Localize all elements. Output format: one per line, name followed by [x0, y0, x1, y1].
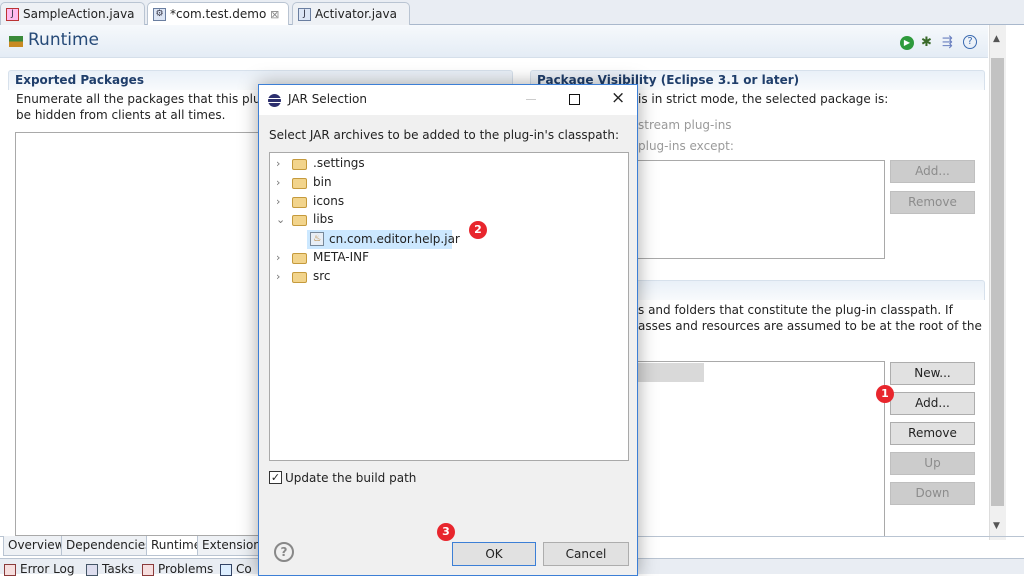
editor-tab-bar: J SampleAction.java ⚙ *com.test.demo ⊠ J Ac… [0, 0, 1024, 25]
folder-icon [292, 197, 307, 208]
expand-icon[interactable]: › [276, 195, 288, 208]
classpath-list[interactable] [630, 361, 885, 537]
visibility-plugin-list[interactable] [630, 160, 885, 259]
expand-icon[interactable]: › [276, 251, 288, 264]
jar-file-icon: ♨ [310, 232, 324, 246]
exported-packages-list[interactable] [15, 132, 270, 536]
java-file-error-icon: J [6, 8, 19, 21]
folder-icon [292, 272, 307, 283]
folder-open-icon [292, 215, 307, 226]
console-icon [220, 564, 232, 576]
form-header: Runtime ▶ ✱ ⇶ ? [0, 25, 988, 58]
expand-icon[interactable]: › [276, 176, 288, 189]
eclipse-icon [268, 94, 281, 107]
classpath-up-button[interactable]: Up [890, 452, 975, 475]
close-icon[interactable]: ⊠ [270, 8, 279, 21]
minimize-icon[interactable] [526, 99, 536, 100]
dialog-title: JAR Selection [288, 92, 367, 106]
update-build-path-label[interactable]: Update the build path [285, 471, 416, 485]
problems-icon [142, 564, 154, 576]
visibility-add-button[interactable]: Add... [890, 160, 975, 183]
error-log-icon [4, 564, 16, 576]
collapse-icon[interactable]: ⌄ [276, 213, 288, 226]
scrollbar-thumb[interactable] [991, 58, 1004, 506]
folder-icon [292, 253, 307, 264]
tab-com-test-demo[interactable]: ⚙ *com.test.demo ⊠ [147, 2, 289, 25]
close-icon[interactable]: × [611, 88, 625, 108]
tasks-icon [86, 564, 98, 576]
classpath-down-button[interactable]: Down [890, 482, 975, 505]
debug-icon[interactable]: ✱ [921, 35, 932, 50]
java-file-icon: J [298, 8, 311, 21]
maximize-icon[interactable] [569, 94, 580, 105]
scroll-down-icon[interactable]: ▼ [993, 521, 1000, 531]
dialog-prompt: Select JAR archives to be added to the p… [269, 128, 620, 142]
expand-icon[interactable]: › [276, 157, 288, 170]
classpath-remove-button[interactable]: Remove [890, 422, 975, 445]
visibility-option-except[interactable]: plug-ins except: [638, 139, 734, 153]
jar-tree[interactable]: › .settings › bin › icons ⌄ libs ♨ cn.com.ed… [269, 152, 629, 461]
form-tab-overview[interactable]: Overview [3, 536, 70, 556]
tab-activator-java[interactable]: J Activator.java [292, 2, 410, 25]
help-icon[interactable]: ? [963, 35, 977, 49]
plugin-manifest-icon: ⚙ [153, 8, 166, 21]
tab-sampleaction-java[interactable]: J SampleAction.java [0, 2, 145, 25]
page-title: Runtime [28, 30, 100, 50]
classpath-list-item-selected[interactable] [631, 363, 704, 382]
runtime-icon [9, 36, 23, 47]
visibility-remove-button[interactable]: Remove [890, 191, 975, 214]
dialog-title-bar: JAR Selection × [259, 85, 637, 115]
run-icon[interactable]: ▶ [900, 36, 914, 50]
visibility-desc: is in strict mode, the selected package … [638, 92, 889, 106]
classpath-new-button[interactable]: New... [890, 362, 975, 385]
classpath-add-button[interactable]: Add... [890, 392, 975, 415]
step-badge-2: 2 [469, 221, 487, 239]
cancel-button[interactable]: Cancel [543, 542, 629, 566]
jar-selection-dialog: JAR Selection × Select JAR archives to b… [258, 84, 638, 576]
step-badge-1: 1 [876, 385, 894, 403]
folder-icon [292, 159, 307, 170]
exported-desc-1: Enumerate all the packages that this plu… [16, 92, 284, 106]
classpath-desc-1: s and folders that constitute the plug-i… [638, 303, 953, 317]
classpath-desc-2: asses and resources are assumed to be at… [638, 319, 982, 333]
step-badge-3: 3 [437, 523, 455, 541]
scroll-up-icon[interactable]: ▲ [993, 34, 1000, 44]
expand-icon[interactable]: › [276, 270, 288, 283]
form-tab-dependencies[interactable]: Dependencies [61, 536, 157, 556]
exported-desc-2: be hidden from clients at all times. [16, 108, 226, 122]
update-build-path-checkbox[interactable]: ✓ [269, 471, 282, 484]
export-icon[interactable]: ⇶ [942, 35, 953, 50]
folder-icon [292, 178, 307, 189]
ok-button[interactable]: OK [452, 542, 536, 566]
help-icon[interactable]: ? [274, 542, 294, 562]
tree-item-help-jar[interactable]: ♨ cn.com.editor.help.jar [307, 230, 460, 249]
visibility-option-downstream[interactable]: stream plug-ins [638, 118, 732, 132]
